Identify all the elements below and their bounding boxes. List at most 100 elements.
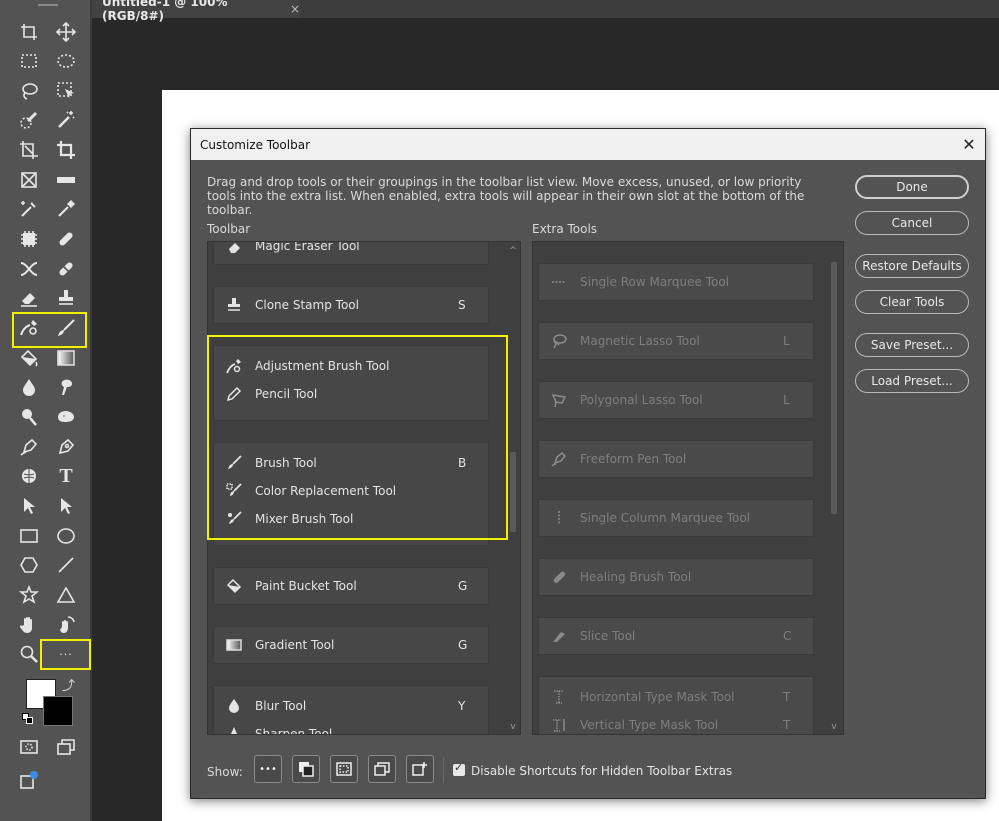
save-preset-button[interactable]: Save Preset...	[855, 333, 969, 357]
triangle-icon[interactable]	[53, 583, 79, 607]
extra-tools-list[interactable]: Single Row Marquee Tool Magnetic Lasso To…	[532, 241, 844, 735]
toolbar-tool-item[interactable]: Paint Bucket Tool G	[214, 576, 488, 596]
direct-select-icon[interactable]	[53, 494, 79, 518]
color-sampler-icon[interactable]	[16, 197, 42, 221]
extra-tool-item[interactable]: Magnetic Lasso Tool L	[539, 331, 813, 351]
extra-scroll-down-icon[interactable]: v	[829, 722, 839, 732]
toolbar-list-scrollbar[interactable]: ^ v	[508, 242, 518, 734]
document-tab[interactable]: Untitled-1 @ 100% (RGB/8#) ×	[92, 0, 300, 23]
ellipse-icon[interactable]	[53, 524, 79, 548]
background-color-swatch[interactable]	[43, 696, 73, 726]
gradient-icon[interactable]	[53, 346, 79, 370]
sponge-icon[interactable]	[53, 405, 79, 429]
perspective-crop-icon[interactable]	[16, 138, 42, 162]
edit-toolbar-icon[interactable]	[16, 768, 42, 792]
extra-tool-item[interactable]: Single Column Marquee Tool	[539, 508, 813, 528]
eraser-icon[interactable]	[16, 286, 42, 310]
rect-marquee-icon[interactable]	[16, 49, 42, 73]
hand-icon[interactable]	[16, 613, 42, 637]
dialog-titlebar[interactable]: Customize Toolbar ✕	[191, 129, 985, 160]
eyedropper-icon[interactable]	[53, 197, 79, 221]
ellipse-marquee-icon[interactable]	[53, 49, 79, 73]
healing-brush-icon[interactable]	[53, 257, 79, 281]
extra-tool-item[interactable]: Healing Brush Tool	[539, 567, 813, 587]
toolbar-tool-item[interactable]: Blur Tool Y	[214, 696, 488, 716]
artboard-icon[interactable]	[16, 20, 42, 44]
toolbar-tool-group[interactable]: Paint Bucket Tool G	[213, 567, 489, 605]
magic-wand-icon[interactable]	[53, 108, 79, 132]
restore-defaults-button[interactable]: Restore Defaults	[855, 254, 969, 278]
path-select-icon[interactable]	[16, 494, 42, 518]
quick-mask-icon[interactable]	[16, 735, 42, 759]
extra-tool-group[interactable]: Freeform Pen Tool	[538, 440, 814, 478]
pen-icon[interactable]	[53, 435, 79, 459]
crop-icon[interactable]	[53, 138, 79, 162]
extra-list-scrollbar[interactable]: v	[829, 242, 839, 734]
extra-tool-item[interactable]: Single Row Marquee Tool	[539, 272, 813, 292]
scroll-down-icon[interactable]: v	[508, 722, 518, 732]
document-tab-close-icon[interactable]: ×	[290, 2, 300, 16]
ruler-icon[interactable]	[53, 168, 79, 192]
toolbar-tool-item[interactable]: Clone Stamp Tool S	[214, 295, 488, 315]
history-brush-icon[interactable]	[16, 464, 42, 488]
extra-tool-group[interactable]: Single Row Marquee Tool	[538, 263, 814, 301]
extra-tool-group[interactable]: Magnetic Lasso Tool L	[538, 322, 814, 360]
toolbar-tool-item[interactable]: Sharpen Tool	[214, 724, 488, 734]
scroll-up-icon[interactable]: ^	[508, 246, 518, 256]
toolbar-tool-group[interactable]: Clone Stamp Tool S	[213, 286, 489, 324]
count-icon[interactable]	[16, 227, 42, 251]
quick-select-icon[interactable]	[16, 108, 42, 132]
default-colors-icon[interactable]	[22, 713, 34, 725]
extra-tool-item[interactable]: Freeform Pen Tool	[539, 449, 813, 469]
disable-shortcuts-label[interactable]: Disable Shortcuts for Hidden Toolbar Ext…	[471, 764, 732, 778]
content-move-icon[interactable]	[16, 257, 42, 281]
extra-tool-group[interactable]: Slice Tool C	[538, 617, 814, 655]
swap-colors-icon[interactable]: ⤴	[62, 675, 75, 694]
blur-icon[interactable]	[16, 375, 42, 399]
toolbar-tool-item[interactable]: Gradient Tool G	[214, 635, 488, 655]
polygon-icon[interactable]	[16, 553, 42, 577]
fg-bg-colors-icon[interactable]	[292, 755, 320, 783]
custom-shape-icon[interactable]	[16, 583, 42, 607]
paint-bucket-icon[interactable]	[16, 346, 42, 370]
toolbar-scroll-thumb[interactable]	[510, 452, 516, 532]
toolbar-tool-group[interactable]: Gradient Tool G	[213, 626, 489, 664]
cancel-button[interactable]: Cancel	[855, 211, 969, 235]
clear-tools-button[interactable]: Clear Tools	[855, 290, 969, 314]
rectangle-icon[interactable]	[16, 524, 42, 548]
rotate-view-icon[interactable]	[53, 613, 79, 637]
panel-grip[interactable]	[38, 4, 58, 6]
extra-tool-item[interactable]: Vertical Type Mask Tool T	[539, 715, 813, 734]
screen-mode-toggle-icon[interactable]	[368, 755, 396, 783]
extra-tool-group[interactable]: Horizontal Type Mask Tool T Vertical Type …	[538, 676, 814, 734]
spot-healing-icon[interactable]	[53, 227, 79, 251]
extra-tool-item[interactable]: Polygonal Lasso Tool L	[539, 390, 813, 410]
edit-toolbar-toggle-icon[interactable]	[406, 755, 434, 783]
screen-mode-icon[interactable]	[53, 735, 79, 759]
freeform-pen-icon[interactable]	[16, 435, 42, 459]
frame-icon[interactable]	[16, 168, 42, 192]
extra-tool-group[interactable]: Polygonal Lasso Tool L	[538, 381, 814, 419]
extra-scroll-thumb[interactable]	[831, 262, 837, 514]
dodge-icon[interactable]	[16, 405, 42, 429]
line-icon[interactable]	[53, 553, 79, 577]
zoom-icon[interactable]	[16, 642, 42, 666]
smudge-icon[interactable]	[53, 375, 79, 399]
dialog-close-icon[interactable]: ✕	[959, 135, 979, 155]
extra-tool-group[interactable]: Single Column Marquee Tool	[538, 499, 814, 537]
extra-tool-item[interactable]: Slice Tool C	[539, 626, 813, 646]
toolbar-tool-group[interactable]: Magic Eraser Tool	[213, 242, 489, 265]
load-preset-button[interactable]: Load Preset...	[855, 369, 969, 393]
toolbar-tool-item[interactable]: Magic Eraser Tool	[214, 242, 488, 256]
clone-stamp-icon[interactable]	[53, 286, 79, 310]
quick-mask-toggle-icon[interactable]	[330, 755, 358, 783]
move-icon[interactable]	[53, 20, 79, 44]
type-icon[interactable]: T	[53, 464, 79, 488]
done-button[interactable]: Done	[855, 175, 969, 199]
lasso-icon[interactable]	[16, 79, 42, 103]
extra-tool-item[interactable]: Horizontal Type Mask Tool T	[539, 687, 813, 707]
toolbar-tool-group[interactable]: Blur Tool Y Sharpen Tool	[213, 685, 489, 734]
extra-tool-group[interactable]: Healing Brush Tool	[538, 558, 814, 596]
object-select-icon[interactable]	[53, 79, 79, 103]
more-icon[interactable]: •••	[254, 755, 282, 783]
